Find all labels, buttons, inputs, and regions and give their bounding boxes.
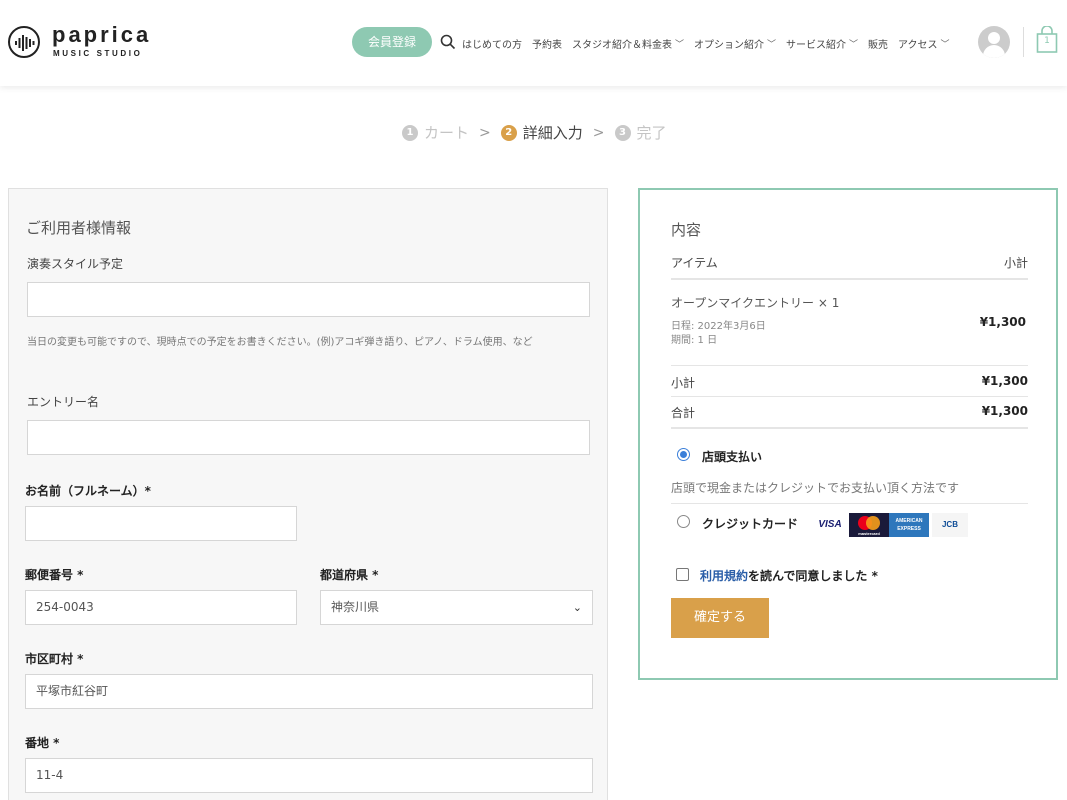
header-divider [1023, 27, 1024, 57]
entry-label: エントリー名 [27, 395, 100, 409]
total-value: ¥1,300 [981, 404, 1028, 418]
divider [671, 365, 1028, 366]
subtotal-row: 小計 ¥1,300 [671, 374, 1028, 391]
logo-mark-icon [8, 26, 40, 58]
style-label: 演奏スタイル予定 [27, 257, 124, 271]
entry-input[interactable] [27, 420, 590, 455]
chevron-right-icon: > [479, 124, 491, 141]
cart-count: 1 [1044, 36, 1050, 46]
order-summary-panel: 内容 アイテム 小計 オープンマイクエントリー × 1 日程: 2022年3月6… [638, 188, 1058, 680]
member-register-button[interactable]: 会員登録 [352, 27, 432, 57]
pay-store-radio[interactable] [677, 448, 690, 461]
nav-label: 予約表 [532, 39, 562, 51]
style-input[interactable] [27, 282, 590, 317]
nav-item-options[interactable]: オプション紹介 ﹀ [694, 35, 776, 51]
name-label: お名前（フルネーム）* [25, 484, 151, 498]
city-input[interactable]: 平塚市紅谷町 [25, 674, 593, 709]
step-number: 2 [500, 124, 517, 141]
name-input[interactable] [25, 506, 297, 541]
chevron-down-icon: ﹀ [675, 39, 685, 50]
confirm-button[interactable]: 確定する [671, 598, 769, 638]
pay-credit-radio[interactable] [677, 515, 690, 528]
pay-store-description: 店頭で現金またはクレジットでお支払い頂く方法です [671, 481, 960, 495]
terms-label: 利用規約を読んで同意しました * [700, 567, 878, 584]
item-date: 日程: 2022年3月6日 [671, 321, 766, 332]
step-number: 1 [402, 124, 418, 141]
column-item: アイテム [671, 256, 718, 270]
divider [671, 396, 1028, 397]
pay-store-label[interactable]: 店頭支払い [702, 448, 762, 465]
prefecture-label: 都道府県 * [320, 568, 379, 582]
zip-input[interactable]: 254-0043 [25, 590, 297, 625]
city-label: 市区町村 * [25, 652, 84, 666]
prefecture-value: 神奈川県 [331, 600, 380, 614]
jcb-card-icon: JCB [932, 513, 968, 537]
step-label: 詳細入力 [522, 124, 583, 142]
column-subtotal: 小計 [1003, 256, 1028, 270]
amex-card-icon: AMERICAN EXPRESS [889, 513, 929, 537]
search-icon[interactable] [440, 34, 456, 50]
step-label: カート [424, 124, 470, 142]
zip-label: 郵便番号 * [25, 568, 84, 582]
visa-card-icon: VISA [818, 519, 842, 530]
item-name: オープンマイクエントリー × 1 [671, 296, 840, 310]
avatar[interactable] [978, 26, 1010, 58]
step-cart[interactable]: 1 カート [402, 122, 469, 143]
checkout-steps: 1 カート > 2 詳細入力 > 3 完了 [402, 122, 667, 143]
subtotal-label: 小計 [671, 376, 696, 390]
chevron-right-icon: > [592, 124, 605, 141]
chevron-down-icon: ﹀ [940, 39, 950, 50]
order-title: 内容 [671, 221, 702, 239]
nav-label: スタジオ紹介＆料金表 [572, 39, 672, 51]
nav-item-services[interactable]: サービス紹介 ﹀ [786, 35, 858, 51]
order-table-header: アイテム 小計 [671, 254, 1028, 280]
nav-label: はじめての方 [462, 39, 522, 51]
step-details: 2 詳細入力 [500, 122, 583, 143]
step-number: 3 [614, 124, 631, 141]
divider [671, 503, 1028, 504]
divider [671, 427, 1028, 429]
chevron-down-icon: ﹀ [767, 39, 777, 50]
site-header: paprica MUSIC STUDIO 会員登録 はじめての方 予約表 スタジ… [0, 0, 1067, 86]
logo-subtitle: MUSIC STUDIO [53, 49, 143, 58]
mastercard-text: mastercard [858, 531, 880, 536]
terms-text: を読んで同意しました * [748, 569, 878, 583]
mastercard-icon: mastercard [849, 513, 889, 537]
nav-item-reservation[interactable]: 予約表 [532, 35, 562, 51]
terms-link[interactable]: 利用規約 [700, 569, 748, 583]
chevron-down-icon: ﹀ [849, 39, 859, 50]
item-period: 期間: 1 日 [671, 335, 718, 346]
total-row: 合計 ¥1,300 [671, 404, 1028, 421]
logo-name: paprica [52, 22, 152, 47]
total-label: 合計 [671, 406, 696, 420]
chevron-down-icon: ⌄ [572, 601, 582, 614]
nav-label: 販売 [868, 39, 889, 51]
nav-label: アクセス [898, 39, 938, 51]
section-title: ご利用者様情報 [26, 219, 132, 237]
address-label: 番地 * [25, 736, 60, 750]
prefecture-select[interactable]: 神奈川県 ⌄ [320, 590, 593, 625]
terms-checkbox[interactable] [676, 568, 689, 581]
item-price: ¥1,300 [979, 315, 1026, 329]
step-complete: 3 完了 [614, 122, 667, 143]
main-nav: はじめての方 予約表 スタジオ紹介＆料金表 ﹀ オプション紹介 ﹀ サービス紹介 ﹀ … [462, 35, 960, 51]
address-input[interactable]: 11-4 [25, 758, 593, 793]
nav-item-sales[interactable]: 販売 [868, 35, 888, 51]
customer-info-panel: ご利用者様情報 演奏スタイル予定 当日の変更も可能ですので、現時点での予定をお書… [8, 188, 608, 800]
logo[interactable]: paprica MUSIC STUDIO [8, 22, 158, 60]
step-label: 完了 [636, 124, 667, 142]
style-help-text: 当日の変更も可能ですので、現時点での予定をお書きください。(例)アコギ弾き語り、… [27, 337, 533, 348]
subtotal-value: ¥1,300 [981, 374, 1028, 388]
nav-item-first-time[interactable]: はじめての方 [462, 35, 522, 51]
nav-item-access[interactable]: アクセス ﹀ [898, 35, 950, 51]
nav-label: サービス紹介 [786, 39, 847, 51]
nav-label: オプション紹介 [694, 39, 765, 51]
nav-item-studio[interactable]: スタジオ紹介＆料金表 ﹀ [572, 35, 684, 51]
pay-credit-label[interactable]: クレジットカード [702, 515, 798, 532]
